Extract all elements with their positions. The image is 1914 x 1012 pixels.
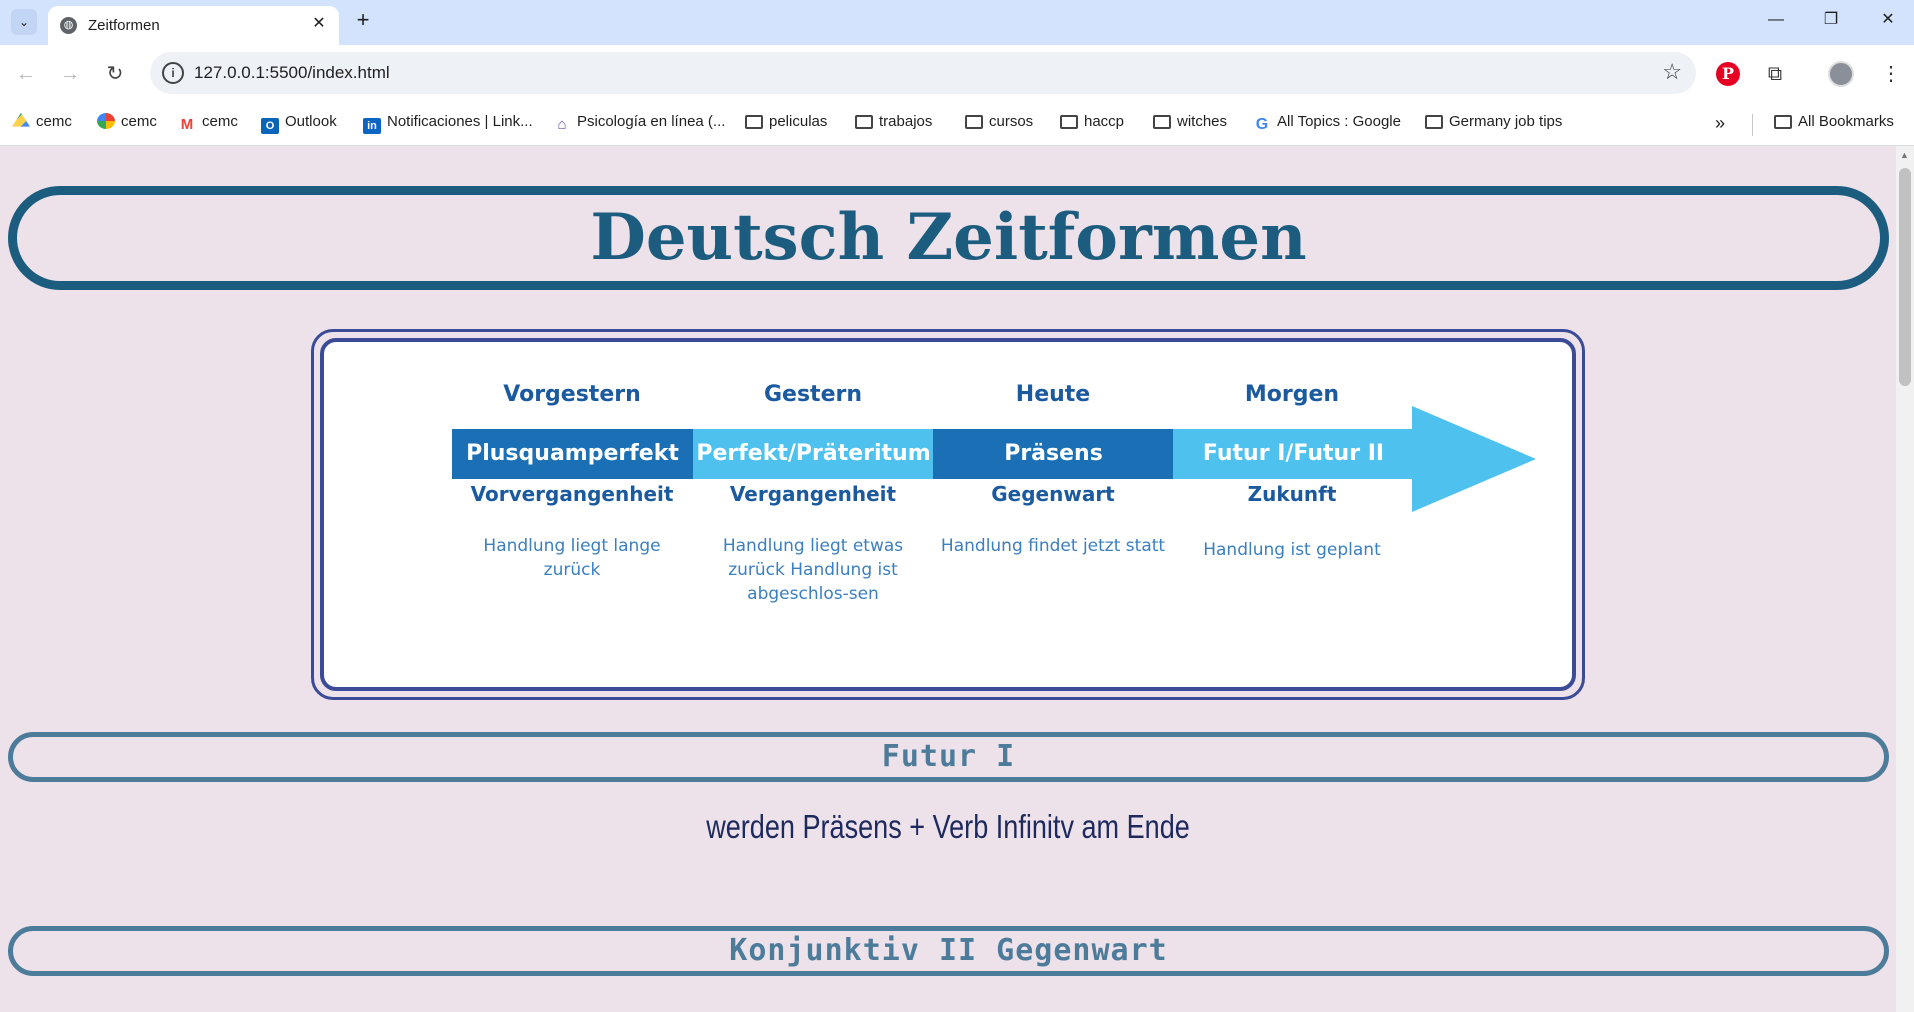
section-heading-konjunktiv-ii: Konjunktiv II Gegenwart bbox=[729, 933, 1168, 968]
bookmark-outlook[interactable]: O Outlook bbox=[261, 113, 337, 135]
page-content: Deutsch Zeitformen Vorgestern Gestern He… bbox=[0, 146, 1896, 1012]
timeline-image-frame: Vorgestern Gestern Heute Morgen Plusquam… bbox=[311, 329, 1585, 700]
bookmark-cemc-photos[interactable]: cemc bbox=[97, 113, 157, 135]
back-button[interactable]: ← bbox=[11, 59, 41, 89]
page-scrollbar[interactable]: ▲ bbox=[1896, 146, 1914, 1012]
all-bookmarks-button[interactable]: All Bookmarks bbox=[1774, 113, 1894, 135]
scroll-up-arrow-icon[interactable]: ▲ bbox=[1900, 150, 1909, 160]
folder-icon bbox=[1060, 115, 1078, 129]
timeline-day-heute: Heute bbox=[1015, 382, 1091, 407]
bookmark-haccp[interactable]: haccp bbox=[1060, 113, 1124, 135]
address-bar[interactable]: i 127.0.0.1:5500/index.html ☆ bbox=[150, 52, 1696, 94]
timeline-description-heute: Handlung findet jetzt statt bbox=[940, 536, 1166, 556]
photos-icon bbox=[97, 113, 115, 129]
timeline-description-vorgestern: Handlung liegt lange zurück bbox=[483, 536, 661, 580]
folder-icon bbox=[745, 115, 763, 129]
toolbar: ← → ↻ i 127.0.0.1:5500/index.html ☆ P ⧉ … bbox=[0, 45, 1914, 103]
timeline-category-vergangenheit: Vergangenheit bbox=[729, 482, 897, 506]
timeline-segment-praesens: Präsens bbox=[933, 429, 1174, 479]
timeline-category-vorvergangenheit: Vorvergangenheit bbox=[470, 482, 674, 506]
page-title-box: Deutsch Zeitformen bbox=[8, 186, 1889, 290]
section-heading-futur-i: Futur I bbox=[881, 739, 1016, 774]
minimize-button[interactable]: — bbox=[1756, 4, 1796, 36]
tab-title: Zeitformen bbox=[88, 17, 160, 34]
google-icon: G bbox=[1255, 116, 1269, 133]
timeline-image: Vorgestern Gestern Heute Morgen Plusquam… bbox=[320, 338, 1576, 691]
browser-chrome: ⌄ ◍ Zeitformen ✕ + — ❐ ✕ ← → ↻ i 127.0.0… bbox=[0, 0, 1914, 146]
tab-strip: ⌄ ◍ Zeitformen ✕ + — ❐ ✕ bbox=[0, 0, 1914, 45]
bookmarks-bar: cemc cemc Mcemc O Outlook in Notificacione… bbox=[0, 103, 1914, 146]
linkedin-icon: in bbox=[363, 118, 381, 134]
bookmark-cemc-drive[interactable]: cemc bbox=[12, 113, 72, 135]
site-info-icon[interactable]: i bbox=[162, 62, 184, 84]
timeline-day-vorgestern: Vorgestern bbox=[503, 382, 641, 407]
folder-icon bbox=[1774, 115, 1792, 129]
bookmark-linkedin[interactable]: in Notificaciones | Link... bbox=[363, 113, 533, 135]
section-formula-futur-i: werden Präsens + Verb Infinitv am Ende bbox=[706, 808, 1190, 845]
timeline-segment-plusquamperfekt: Plusquamperfekt bbox=[452, 429, 693, 479]
more-bookmarks-chevron-icon[interactable]: » bbox=[1715, 113, 1725, 135]
pinterest-extension-icon[interactable]: P bbox=[1716, 62, 1740, 86]
new-tab-button[interactable]: + bbox=[350, 7, 376, 33]
menu-kebab-icon[interactable]: ⋮ bbox=[1876, 59, 1906, 89]
timeline-day-morgen: Morgen bbox=[1244, 382, 1340, 407]
bookmarks-divider bbox=[1752, 114, 1753, 136]
section-heading-box-futur-i: Futur I bbox=[8, 732, 1889, 782]
globe-icon: ◍ bbox=[60, 17, 77, 34]
bookmark-peliculas[interactable]: peliculas bbox=[745, 113, 827, 135]
folder-icon bbox=[1425, 115, 1443, 129]
tab-zeitformen[interactable]: ◍ Zeitformen ✕ bbox=[48, 6, 339, 45]
timeline-description-morgen: Handlung ist geplant bbox=[1203, 540, 1381, 560]
url-text[interactable]: 127.0.0.1:5500/index.html bbox=[194, 63, 390, 83]
gmail-icon: M bbox=[180, 116, 194, 133]
folder-icon bbox=[965, 115, 983, 129]
bookmark-cemc-gmail[interactable]: Mcemc bbox=[178, 113, 238, 135]
folder-icon bbox=[1153, 115, 1171, 129]
bookmark-google-topics[interactable]: G All Topics : Google bbox=[1253, 113, 1401, 135]
folder-icon bbox=[855, 115, 873, 129]
restore-button[interactable]: ❐ bbox=[1811, 4, 1851, 36]
reload-button[interactable]: ↻ bbox=[100, 59, 130, 89]
timeline-category-gegenwart: Gegenwart bbox=[991, 482, 1115, 506]
tab-search-button[interactable]: ⌄ bbox=[11, 9, 37, 35]
close-window-button[interactable]: ✕ bbox=[1868, 4, 1908, 36]
profile-avatar[interactable] bbox=[1828, 61, 1854, 87]
psychology-icon: ⌂ bbox=[557, 116, 567, 133]
timeline-arrowhead bbox=[1412, 406, 1536, 512]
drive-icon bbox=[12, 113, 30, 127]
bookmark-trabajos[interactable]: trabajos bbox=[855, 113, 932, 135]
close-tab-icon[interactable]: ✕ bbox=[308, 13, 330, 35]
bookmark-psicologia[interactable]: ⌂ Psicología en línea (... bbox=[553, 113, 725, 135]
outlook-icon: O bbox=[261, 118, 279, 134]
timeline-segment-futur: Futur I/Futur II bbox=[1173, 429, 1414, 479]
bookmark-witches[interactable]: witches bbox=[1153, 113, 1227, 135]
scrollbar-thumb[interactable] bbox=[1899, 168, 1911, 386]
timeline-segment-perfekt: Perfekt/Präteritum bbox=[693, 429, 934, 479]
timeline-category-zukunft: Zukunft bbox=[1247, 482, 1337, 506]
bookmark-star-icon[interactable]: ☆ bbox=[1662, 59, 1682, 85]
bookmark-germany-job-tips[interactable]: Germany job tips bbox=[1425, 113, 1562, 135]
forward-button[interactable]: → bbox=[55, 59, 85, 89]
extensions-puzzle-icon[interactable]: ⧉ bbox=[1760, 59, 1790, 89]
page-title: Deutsch Zeitformen bbox=[590, 200, 1307, 275]
timeline-description-gestern: Handlung liegt etwas zurück Handlung ist… bbox=[722, 536, 904, 604]
bookmark-cursos[interactable]: cursos bbox=[965, 113, 1033, 135]
section-heading-box-konjunktiv-ii: Konjunktiv II Gegenwart bbox=[8, 926, 1889, 976]
timeline-day-gestern: Gestern bbox=[763, 382, 863, 407]
